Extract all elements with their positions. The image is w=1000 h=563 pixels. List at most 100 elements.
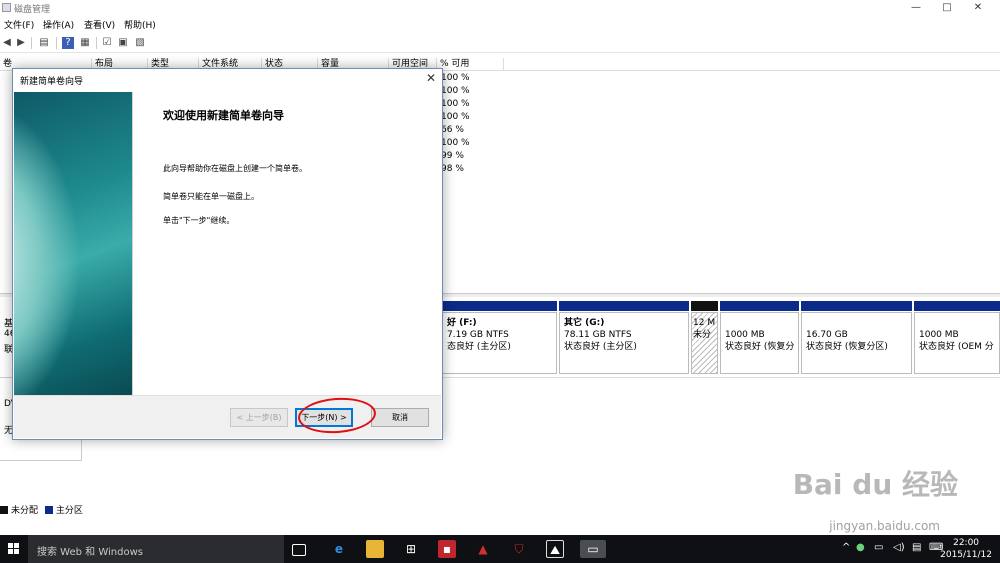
partition-title (919, 317, 995, 329)
wizard-instruction: 单击"下一步"继续。 (163, 216, 235, 225)
app-red-icon[interactable]: ▪ (438, 540, 456, 558)
partition-g[interactable]: 其它 (G:) 78.11 GB NTFS 状态良好 (主分区) (559, 312, 689, 374)
primary-swatch (44, 506, 53, 514)
mcafee-icon[interactable]: ⛉ (510, 540, 528, 558)
partition-bar-oem (914, 301, 1000, 311)
properties-icon[interactable]: ▦ (79, 37, 91, 49)
menu-file[interactable]: 文件(F) (4, 18, 34, 31)
partition-size: 16.70 GB (806, 330, 848, 340)
toolbar-separator (96, 37, 97, 49)
partition-title: 好 (F:) (447, 318, 477, 328)
taskbar-clock[interactable]: 22:00 2015/11/12 (940, 537, 992, 561)
menu-bar: 文件(F) 操作(A) 查看(V) 帮助(H) (0, 16, 1000, 32)
console-tree-icon[interactable]: ▤ (38, 37, 50, 49)
partition-title (806, 317, 907, 329)
menu-action[interactable]: 操作(A) (43, 18, 74, 31)
unallocated-swatch (0, 506, 8, 514)
help-icon[interactable]: ? (62, 37, 74, 49)
close-button[interactable]: ✕ (963, 0, 993, 16)
table-row-percent[interactable]: 98 % (441, 164, 464, 174)
taskbar-search[interactable]: 搜索 Web 和 Windows (28, 535, 284, 563)
title-bar: 磁盘管理 — □ ✕ (0, 0, 1000, 16)
table-row-percent[interactable]: 66 % (441, 125, 464, 135)
wizard-banner-image (14, 92, 132, 395)
edge-icon[interactable]: e (330, 540, 348, 558)
toolbar-separator (56, 37, 57, 49)
menu-view[interactable]: 查看(V) (84, 18, 115, 31)
menu-help[interactable]: 帮助(H) (124, 18, 156, 31)
partition-bar-recovery1 (720, 301, 799, 311)
partition-status: 态良好 (主分区) (447, 342, 511, 352)
clock-time: 22:00 (953, 538, 980, 548)
minimize-button[interactable]: — (901, 0, 931, 16)
forward-arrow-icon[interactable]: ▶ (15, 37, 27, 49)
partition-f[interactable]: 好 (F:) 7.19 GB NTFS 态良好 (主分区) (442, 312, 557, 374)
partition-bar-f (442, 301, 557, 311)
legend-unallocated: 未分配 (11, 506, 39, 516)
table-row-percent[interactable]: 100 % (441, 138, 470, 148)
wizard-heading: 欢迎使用新建简单卷向导 (163, 109, 284, 122)
divider (132, 92, 133, 395)
table-row-percent[interactable]: 100 % (441, 86, 470, 96)
window-title: 磁盘管理 (14, 5, 51, 15)
table-row-percent[interactable]: 100 % (441, 112, 470, 122)
baidu-watermark-logo: Bai du 经验 (792, 468, 958, 501)
cancel-button[interactable]: 取消 (371, 408, 429, 427)
search-placeholder: 搜索 Web 和 Windows (37, 547, 143, 558)
partition-status: 状态良好 (恢复分区) (806, 342, 888, 352)
column-percent-free[interactable]: % 可用 (436, 58, 504, 71)
disk-management-taskbar-icon[interactable]: ▭ (580, 540, 606, 558)
legend: 未分配 主分区 (0, 503, 83, 516)
taskbar: 搜索 Web 和 Windows e ⊞ ▪ ▲ ⛉ ⛰ ▭ ^ ● ▭ ◁) … (0, 535, 1000, 563)
chevron-up-icon[interactable]: ^ (842, 542, 850, 553)
network-icon[interactable]: ▭ (874, 542, 883, 553)
partition-size: 1000 MB (725, 330, 765, 340)
maximize-button[interactable]: □ (932, 0, 962, 16)
security-tray-icon[interactable]: ● (856, 542, 865, 553)
wizard-title: 新建简单卷向导 (20, 77, 84, 87)
partition-status: 状态良好 (OEM 分 (919, 342, 994, 352)
store-icon[interactable]: ⊞ (402, 540, 420, 558)
partition-oem[interactable]: 1000 MB 状态良好 (OEM 分 (914, 312, 1000, 374)
table-row-percent[interactable]: 100 % (441, 99, 470, 109)
volume-icon[interactable]: ◁) (893, 542, 905, 553)
partition-bar-g (559, 301, 689, 311)
settings-icon[interactable]: ▧ (134, 37, 146, 49)
new-simple-volume-wizard: 新建简单卷向导 ✕ 欢迎使用新建简单卷向导 此向导帮助你在磁盘上创建一个简单卷。… (12, 68, 443, 440)
photos-icon[interactable]: ⛰ (546, 540, 564, 558)
task-view-icon[interactable] (292, 544, 306, 556)
baidu-watermark-url: jingyan.baidu.com (829, 519, 940, 533)
partition-recovery2[interactable]: 16.70 GB 状态良好 (恢复分区) (801, 312, 912, 374)
partition-recovery1[interactable]: 1000 MB 状态良好 (恢复分 (720, 312, 799, 374)
partition-size: 78.11 GB NTFS (564, 330, 632, 340)
partition-unallocated[interactable]: 12 M 未分 (691, 312, 718, 374)
windows-logo-icon (8, 543, 19, 554)
partition-size: 未分 (693, 330, 712, 340)
wizard-note: 简单卷只能在单一磁盘上。 (163, 192, 259, 201)
legend-primary: 主分区 (55, 506, 83, 516)
partition-size: 1000 MB (919, 330, 959, 340)
toolbar-separator (31, 37, 32, 49)
pdf-icon[interactable]: ▲ (474, 540, 492, 558)
partition-bar-recovery2 (801, 301, 912, 311)
action-center-icon[interactable]: ▤ (912, 542, 921, 553)
table-row-percent[interactable]: 99 % (441, 151, 464, 161)
partition-bar-unallocated (691, 301, 718, 311)
check-icon[interactable]: ☑ (101, 37, 113, 49)
toolbar (0, 33, 1000, 53)
partition-size: 7.19 GB NTFS (447, 330, 509, 340)
wizard-close-icon[interactable]: ✕ (426, 71, 436, 85)
disk-management-icon (2, 3, 11, 12)
export-icon[interactable]: ▣ (117, 37, 129, 49)
file-explorer-icon[interactable] (366, 540, 384, 558)
partition-title: 12 M (693, 318, 716, 328)
partition-title: 其它 (G:) (564, 318, 605, 328)
start-button[interactable] (0, 535, 28, 563)
back-button[interactable]: < 上一步(B) (230, 408, 288, 427)
partition-status: 状态良好 (主分区) (564, 342, 637, 352)
table-row-percent[interactable]: 100 % (441, 73, 470, 83)
partition-title (725, 317, 794, 329)
wizard-description: 此向导帮助你在磁盘上创建一个简单卷。 (163, 164, 307, 173)
back-arrow-icon[interactable]: ◀ (1, 37, 13, 49)
partition-status: 状态良好 (恢复分 (725, 342, 795, 352)
